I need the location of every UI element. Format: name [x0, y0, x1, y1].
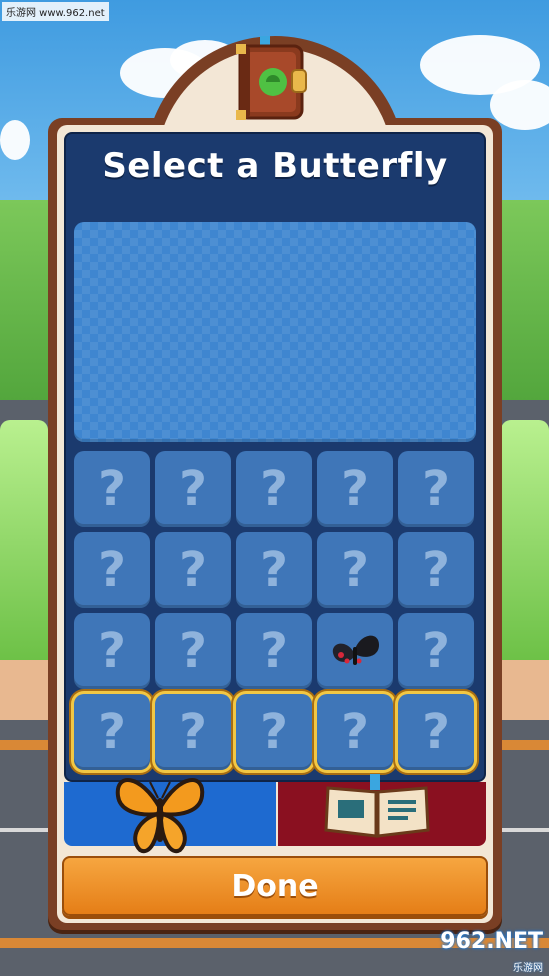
- watermark-site: 乐游网 www.962.net: [2, 2, 109, 21]
- roadside-pavers: [0, 660, 48, 720]
- unknown-slot-label: ?: [179, 461, 207, 517]
- unknown-slot-label: ?: [422, 461, 450, 517]
- unknown-slot-label: ?: [179, 704, 207, 760]
- unknown-slot-label: ?: [260, 461, 288, 517]
- butterfly-slot[interactable]: ?: [236, 694, 312, 770]
- butterfly-slot[interactable]: ?: [236, 613, 312, 689]
- black-butterfly-icon: [332, 635, 379, 665]
- cloud: [0, 120, 30, 160]
- unknown-slot-label: ?: [341, 542, 369, 598]
- butterfly-slot[interactable]: [317, 613, 393, 689]
- unknown-slot-label: ?: [179, 542, 207, 598]
- unknown-slot-label: ?: [422, 704, 450, 760]
- unknown-slot-label: ?: [179, 623, 207, 679]
- unknown-slot-label: ?: [260, 623, 288, 679]
- unknown-slot-label: ?: [98, 542, 126, 598]
- butterfly-slot[interactable]: ?: [398, 532, 474, 608]
- butterfly-preview-area: [74, 222, 476, 442]
- butterfly-slot[interactable]: ?: [155, 613, 231, 689]
- watermark-logo: 962.NET: [440, 929, 543, 954]
- roadside-pavers: [501, 660, 549, 720]
- butterfly-slot[interactable]: ?: [398, 451, 474, 527]
- unknown-slot-label: ?: [98, 461, 126, 517]
- done-button[interactable]: Done: [62, 856, 488, 916]
- unknown-slot-label: ?: [98, 704, 126, 760]
- butterfly-slot[interactable]: ?: [74, 694, 150, 770]
- butterfly-slot[interactable]: ?: [155, 532, 231, 608]
- butterfly-slot[interactable]: ?: [74, 451, 150, 527]
- journal-book-icon[interactable]: [232, 36, 312, 122]
- watermark-logo-sub: 乐游网: [513, 963, 543, 974]
- butterfly-slot[interactable]: ?: [398, 613, 474, 689]
- unknown-slot-label: ?: [98, 623, 126, 679]
- butterfly-slot[interactable]: ?: [236, 451, 312, 527]
- unknown-slot-label: ?: [341, 461, 369, 517]
- butterfly-slot[interactable]: ?: [74, 613, 150, 689]
- butterfly-slot[interactable]: ?: [317, 532, 393, 608]
- page-title: Select a Butterfly: [102, 146, 448, 186]
- butterfly-slot[interactable]: ?: [398, 694, 474, 770]
- butterfly-slot[interactable]: ?: [317, 451, 393, 527]
- butterfly-slot[interactable]: ?: [74, 532, 150, 608]
- butterfly-slot[interactable]: ?: [236, 532, 312, 608]
- butterfly-slot[interactable]: ?: [155, 451, 231, 527]
- unknown-slot-label: ?: [341, 704, 369, 760]
- unknown-slot-label: ?: [260, 704, 288, 760]
- butterfly-slot[interactable]: ?: [155, 694, 231, 770]
- butterfly-slot[interactable]: ?: [317, 694, 393, 770]
- monarch-butterfly-icon: [115, 778, 205, 854]
- open-book-icon: [324, 774, 430, 838]
- roadside-grass: [0, 420, 48, 670]
- unknown-slot-label: ?: [260, 542, 288, 598]
- unknown-slot-label: ?: [422, 623, 450, 679]
- unknown-slot-label: ?: [422, 542, 450, 598]
- roadside-grass: [501, 420, 549, 670]
